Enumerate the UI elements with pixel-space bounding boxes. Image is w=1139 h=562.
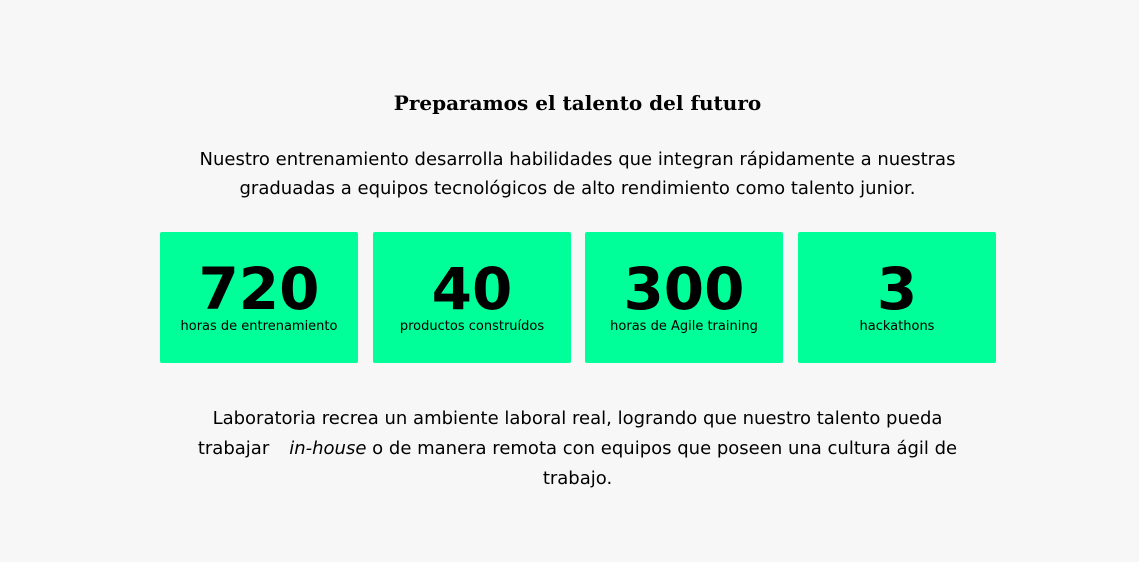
outro-paragraph: Laboratoria recrea un ambiente laboral r…	[180, 404, 975, 494]
stat-card-training-hours: 720 horas de entrenamiento	[160, 232, 358, 363]
stat-label: productos construídos	[399, 319, 545, 334]
stats-row: 720 horas de entrenamiento 40 productos …	[160, 232, 996, 363]
stat-value: 300	[623, 255, 745, 323]
outro-emphasis: in-house	[289, 438, 367, 459]
stat-label: horas de Agile training	[610, 319, 758, 334]
stat-label: hackathons	[859, 319, 935, 334]
talent-section: Preparamos el talento del futuro Nuestro…	[0, 0, 1139, 562]
outro-text-end: o de manera remota con equipos que posee…	[372, 438, 958, 489]
stat-value: 40	[431, 255, 513, 323]
stat-card-products-built: 40 productos construídos	[373, 232, 571, 363]
stat-card-hackathons: 3 hackathons	[798, 232, 996, 363]
stat-value: 3	[876, 255, 918, 323]
stat-value: 720	[198, 255, 320, 323]
section-title: Preparamos el talento del futuro	[393, 91, 762, 115]
intro-paragraph: Nuestro entrenamiento desarrolla habilid…	[199, 149, 956, 199]
stat-label: horas de entrenamiento	[180, 319, 338, 334]
stat-card-agile-hours: 300 horas de Agile training	[585, 232, 783, 363]
